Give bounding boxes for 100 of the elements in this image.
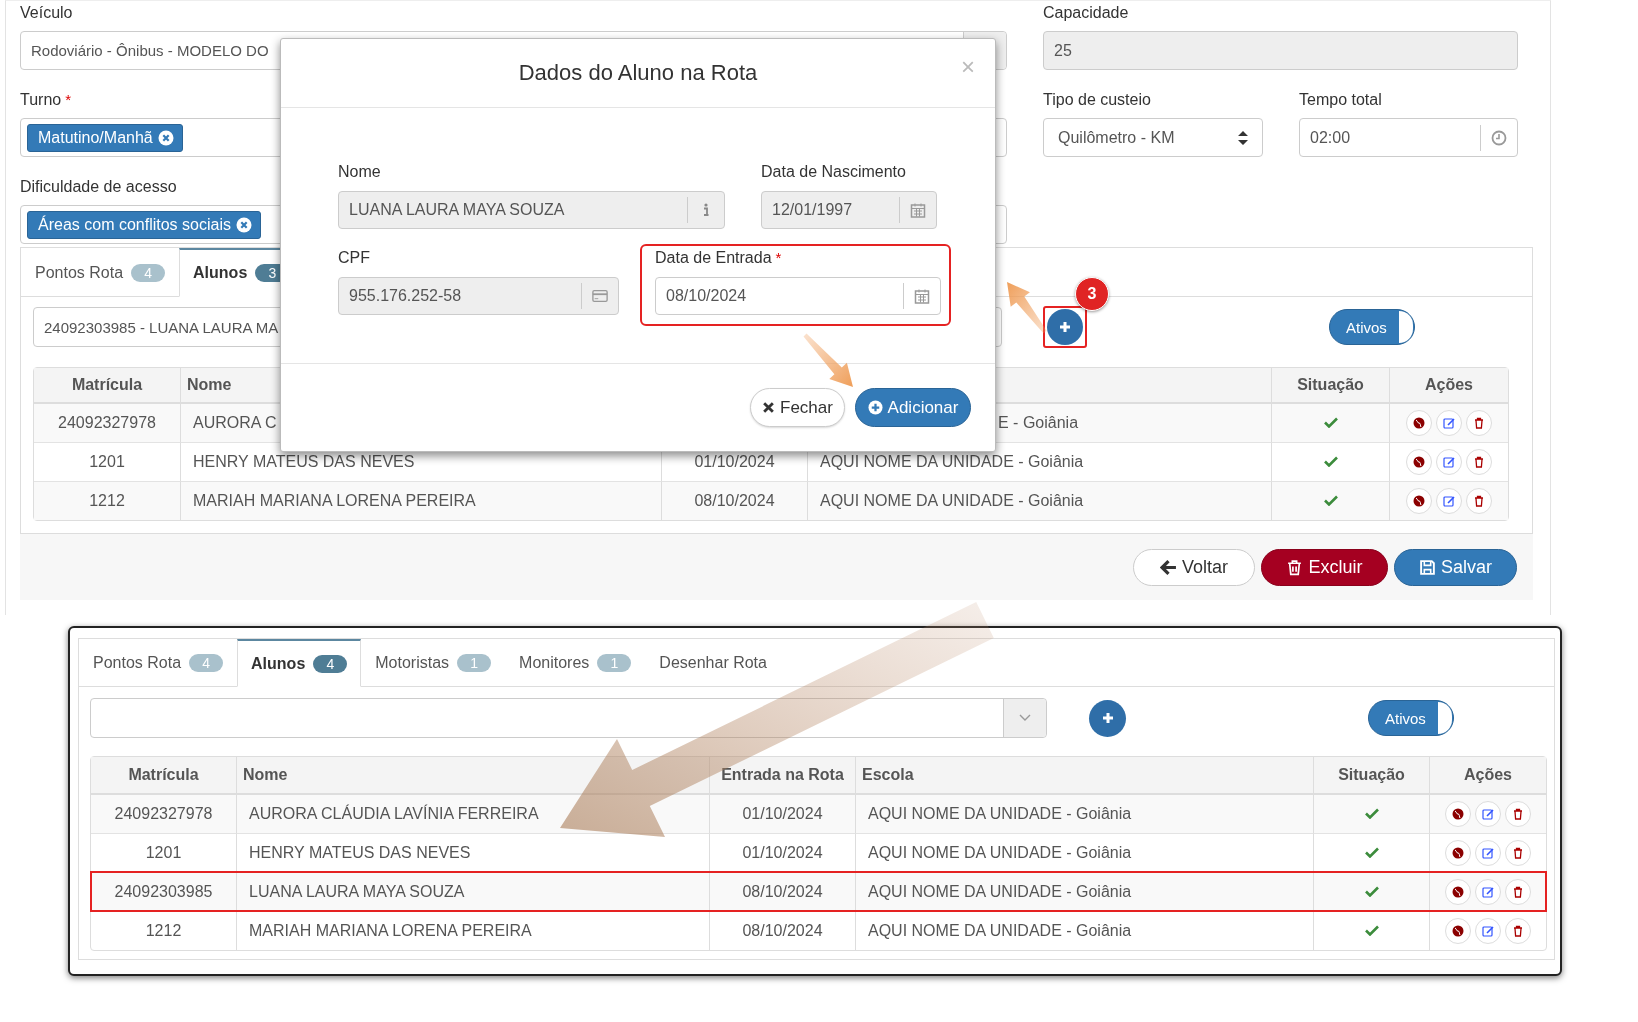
capacity-field[interactable]: 25 — [1043, 31, 1518, 70]
plus-icon — [1059, 321, 1071, 333]
edit-icon — [1443, 417, 1455, 429]
credit-card-icon — [592, 288, 608, 304]
count-badge: 1 — [457, 654, 492, 672]
trash-icon — [1512, 886, 1524, 898]
map-button[interactable] — [1445, 918, 1471, 944]
field-label: Data de Entrada — [655, 248, 772, 268]
delete-button[interactable] — [1505, 801, 1531, 827]
tab[interactable]: Desenhar Rota — [645, 639, 781, 687]
pointer-arrow — [1007, 282, 1047, 334]
field-label: Capacidade — [1043, 3, 1130, 23]
field-label: CPF — [338, 248, 370, 268]
globe-icon — [1452, 808, 1464, 820]
column-header: Situação — [1314, 757, 1430, 795]
delete-button[interactable]: Excluir — [1261, 548, 1388, 586]
calendar-icon — [910, 202, 926, 218]
column-header: Ações — [1430, 757, 1546, 795]
delete-button[interactable] — [1505, 879, 1531, 905]
tag[interactable]: Áreas com conflitos sociais — [27, 210, 261, 239]
total-time-field[interactable]: 02:00 — [1299, 118, 1518, 157]
sort-icon — [1238, 130, 1248, 145]
table-cell: 08/10/2024 — [662, 481, 808, 520]
remove-icon[interactable] — [157, 129, 174, 146]
edit-icon — [1482, 847, 1494, 859]
cost-type-select[interactable]: Quilômetro - KM — [1043, 118, 1263, 157]
map-button[interactable] — [1445, 879, 1471, 905]
tab[interactable]: Monitores 1 — [505, 639, 646, 687]
plus-circle-icon — [867, 400, 883, 415]
required-mark: * — [65, 90, 72, 110]
edit-icon — [1482, 925, 1494, 937]
add-button[interactable]: Adicionar — [855, 388, 971, 427]
map-button[interactable] — [1406, 410, 1432, 436]
field-label: Tipo de custeio — [1043, 90, 1152, 110]
table-cell: 24092327978 — [34, 404, 181, 442]
field-label: Dificuldade de acesso — [20, 177, 178, 197]
input-field[interactable]: 12/01/1997 — [761, 191, 937, 229]
active-toggle[interactable]: Ativos — [1329, 309, 1415, 345]
delete-button[interactable] — [1505, 840, 1531, 866]
count-badge: 4 — [189, 654, 224, 672]
tab[interactable]: Pontos Rota 4 — [79, 639, 238, 687]
trash-icon — [1286, 558, 1304, 576]
plus-icon — [1101, 712, 1114, 724]
globe-icon — [1452, 925, 1464, 937]
table-cell: 1201 — [34, 442, 181, 481]
globe-icon — [1413, 417, 1425, 429]
edit-icon — [1443, 456, 1455, 468]
field-label: Data de Nascimento — [761, 162, 906, 182]
delete-button[interactable] — [1466, 410, 1492, 436]
count-badge: 1 — [597, 654, 632, 672]
back-button[interactable]: Voltar — [1133, 548, 1255, 586]
trash-icon — [1512, 925, 1524, 937]
trash-icon — [1473, 417, 1485, 429]
table-cell: AQUI NOME DA UNIDADE - Goiânia — [856, 872, 1314, 911]
map-button[interactable] — [1445, 801, 1471, 827]
map-button[interactable] — [1445, 840, 1471, 866]
tab[interactable]: Motoristas 1 — [361, 639, 506, 687]
table-cell: LUANA LAURA MAYA SOUZA — [237, 872, 710, 911]
delete-button[interactable] — [1505, 918, 1531, 944]
active-toggle[interactable]: Ativos — [1368, 700, 1454, 736]
column-header: Entrada na Rota — [710, 757, 856, 795]
clock-icon — [1491, 129, 1507, 146]
save-button[interactable]: Salvar — [1394, 548, 1517, 586]
count-badge: 4 — [131, 263, 166, 282]
arrow-left-icon — [1160, 558, 1177, 576]
delete-button[interactable] — [1466, 449, 1492, 475]
add-button[interactable] — [1089, 699, 1126, 737]
tag[interactable]: Matutino/Manhã — [27, 123, 183, 152]
tab[interactable]: Alunos 4 — [237, 639, 362, 687]
map-button[interactable] — [1406, 488, 1432, 514]
field-label: Veículo — [20, 3, 74, 23]
delete-button[interactable] — [1466, 488, 1492, 514]
trash-icon — [1473, 456, 1485, 468]
map-button[interactable] — [1406, 449, 1432, 475]
field-label: Turno — [20, 90, 62, 110]
trash-icon — [1512, 847, 1524, 859]
globe-icon — [1452, 886, 1464, 898]
input-field[interactable]: 955.176.252-58 — [338, 277, 619, 315]
table-cell: 08/10/2024 — [710, 872, 856, 911]
field-label: Nome — [338, 162, 381, 182]
column-header: Situação — [1272, 368, 1390, 404]
floppy-icon — [1419, 558, 1436, 576]
table-cell: 1212 — [91, 911, 237, 950]
globe-icon — [1413, 456, 1425, 468]
table-cell: 01/10/2024 — [710, 795, 856, 833]
table-cell: MARIAH MARIANA LORENA PEREIRA — [181, 481, 662, 520]
count-badge: 4 — [313, 654, 348, 673]
tab[interactable]: Pontos Rota 4 — [21, 248, 180, 297]
input-field[interactable]: LUANA LAURA MAYA SOUZA — [338, 191, 725, 229]
close-button[interactable]: Fechar — [750, 388, 845, 427]
close-icon — [762, 401, 776, 414]
input-field[interactable]: 08/10/2024 — [655, 277, 941, 315]
modal-title: Dados do Aluno na Rota — [518, 60, 758, 86]
trash-icon — [1473, 495, 1485, 507]
remove-icon[interactable] — [235, 216, 252, 233]
calendar-icon — [914, 288, 930, 304]
step-badge: 3 — [1075, 277, 1109, 311]
pointer-arrow — [803, 333, 853, 387]
edit-icon — [1482, 886, 1494, 898]
table-cell: 24092303985 — [91, 872, 237, 911]
